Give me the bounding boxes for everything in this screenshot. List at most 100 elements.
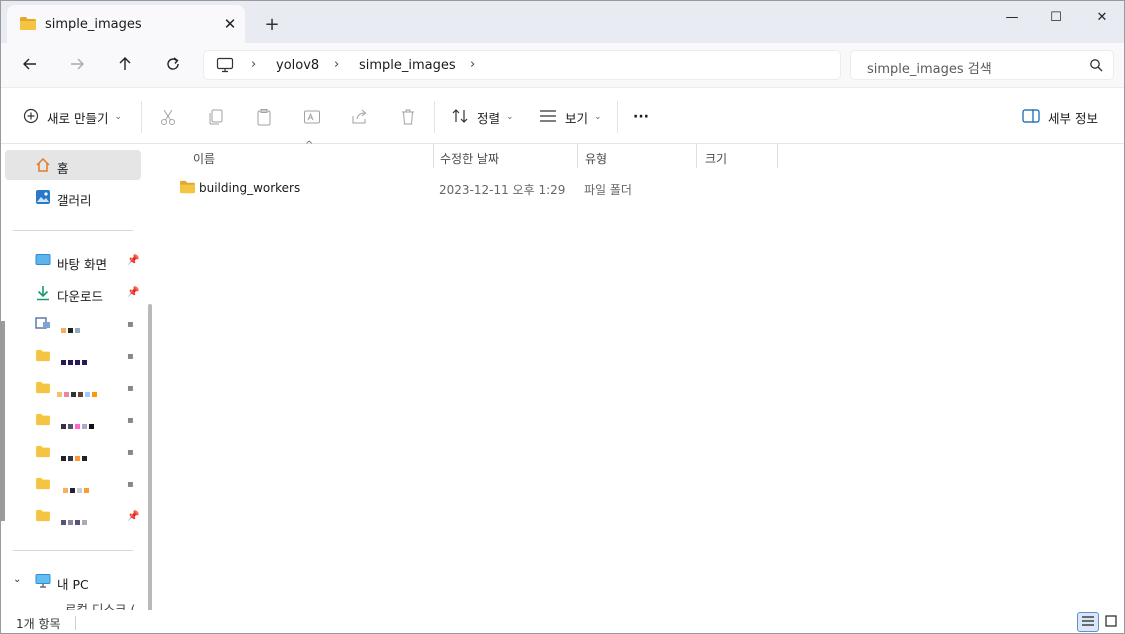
command-bar: 새로 만들기 ⌄ 정렬 ⌄ 보기 ⌄ ··· 세부 정보 <box>1 87 1124 144</box>
folder-icon <box>35 509 51 525</box>
view-button[interactable]: 보기 ⌄ <box>539 106 602 128</box>
back-button[interactable] <box>15 51 45 79</box>
tab-title: simple_images <box>45 17 142 32</box>
sidebar-item-pinned[interactable]: 📌 <box>5 502 141 532</box>
pin-icon: ▪ <box>127 415 134 426</box>
tab-simple-images[interactable]: simple_images ✕ <box>7 5 245 43</box>
folder-icon <box>35 477 51 493</box>
redacted-label <box>61 354 89 365</box>
sidebar-item-pinned[interactable]: ▪ <box>5 310 141 340</box>
pin-icon[interactable]: 📌 <box>127 255 139 266</box>
search-icon <box>1089 58 1103 75</box>
pinned-folder-icon <box>35 317 51 332</box>
divider <box>13 550 133 551</box>
navigation-pane: 홈 갤러리 바탕 화면 📌 다운로드 📌 ▪ ▪ ▪ ▪ ▪ ▪ 📌 ⌄ 내 P… <box>1 144 159 633</box>
address-row: › yolov8 › simple_images › simple_images… <box>1 43 1124 87</box>
arrow-up-icon <box>117 56 133 75</box>
sidebar-item-label: 홈 <box>57 161 69 176</box>
breadcrumb-yolov8[interactable]: yolov8 <box>276 58 319 73</box>
column-header-type[interactable]: 유형 <box>585 150 607 167</box>
copy-icon[interactable] <box>206 107 226 127</box>
sidebar-item-pinned[interactable]: ▪ <box>5 342 141 372</box>
sidebar-item-home[interactable]: 홈 <box>5 150 141 180</box>
new-button-label: 새로 만들기 <box>47 110 109 126</box>
minimize-button[interactable]: — <box>989 1 1035 33</box>
view-list-icon <box>539 109 557 126</box>
plus-circle-icon <box>23 108 39 127</box>
chevron-down-icon[interactable]: ⌄ <box>13 574 21 585</box>
breadcrumb-separator: › <box>251 57 257 72</box>
pin-icon: ▪ <box>127 447 134 458</box>
paste-icon[interactable] <box>254 107 274 127</box>
file-type: 파일 폴더 <box>584 183 632 197</box>
tiles-view-icon <box>1105 614 1117 630</box>
chevron-down-icon: ⌄ <box>594 112 602 122</box>
sidebar-item-gallery[interactable]: 갤러리 <box>5 182 141 212</box>
search-placeholder: simple_images 검색 <box>867 62 992 77</box>
divider <box>617 101 618 133</box>
sort-button[interactable]: 정렬 ⌄ <box>451 106 514 128</box>
new-tab-button[interactable]: + <box>259 11 285 37</box>
delete-icon[interactable] <box>398 107 418 127</box>
share-icon[interactable] <box>350 107 370 127</box>
status-bar: 1개 항목 <box>1 610 1124 633</box>
divider <box>434 101 435 133</box>
pin-icon: ▪ <box>127 319 134 330</box>
desktop-icon <box>35 253 51 270</box>
file-modified: 2023-12-11 오후 1:29 <box>439 183 566 197</box>
column-divider[interactable] <box>777 144 778 168</box>
arrow-left-icon <box>22 56 38 75</box>
file-name: building_workers <box>199 181 301 195</box>
details-view-icon <box>1081 615 1095 630</box>
pin-icon[interactable]: 📌 <box>127 287 139 298</box>
details-pane-button[interactable]: 세부 정보 <box>1022 106 1098 128</box>
folder-icon <box>35 349 51 365</box>
sidebar-item-local-disk[interactable]: 로컬 디스크 ( <box>5 598 141 610</box>
refresh-button[interactable] <box>158 51 188 79</box>
sort-label: 정렬 <box>477 110 501 126</box>
up-button[interactable] <box>110 51 140 79</box>
table-row[interactable]: building_workers 2023-12-11 오후 1:29 파일 폴… <box>177 176 877 200</box>
details-pane-icon <box>1022 108 1040 126</box>
sidebar-item-label: 바탕 화면 <box>57 257 107 272</box>
file-explorer-window: simple_images ✕ + — ☐ ✕ › yolov8 › simpl… <box>0 0 1125 634</box>
close-window-button[interactable]: ✕ <box>1079 1 1124 33</box>
sidebar-item-label: 로컬 디스크 ( <box>65 602 136 610</box>
cut-icon[interactable] <box>158 107 178 127</box>
redacted-label <box>63 482 91 493</box>
column-divider[interactable] <box>696 144 697 168</box>
breadcrumb-simple-images[interactable]: simple_images <box>359 58 456 73</box>
download-icon <box>35 285 51 304</box>
folder-icon <box>19 16 37 34</box>
tiles-view-button[interactable] <box>1100 612 1122 632</box>
sidebar-item-pinned[interactable]: ▪ <box>5 470 141 500</box>
tab-strip: simple_images ✕ + — ☐ ✕ <box>1 1 1124 43</box>
view-label: 보기 <box>565 110 589 126</box>
tab-close-button[interactable]: ✕ <box>219 13 241 35</box>
sort-ascending-icon: ^ <box>305 140 314 151</box>
column-divider[interactable] <box>433 144 434 168</box>
search-input[interactable]: simple_images 검색 <box>850 50 1114 80</box>
redacted-label <box>61 418 96 429</box>
column-header-size[interactable]: 크기 <box>705 150 727 167</box>
maximize-button[interactable]: ☐ <box>1033 1 1079 33</box>
sidebar-item-pinned[interactable]: ▪ <box>5 406 141 436</box>
folder-icon <box>179 180 196 197</box>
address-bar[interactable]: › yolov8 › simple_images › <box>203 50 841 80</box>
column-header-modified[interactable]: 수정한 날짜 <box>440 150 499 167</box>
column-divider[interactable] <box>577 144 578 168</box>
rename-icon[interactable] <box>302 107 322 127</box>
column-header-name[interactable]: 이름 <box>193 150 215 167</box>
sidebar-item-desktop[interactable]: 바탕 화면 📌 <box>5 246 141 276</box>
forward-button[interactable] <box>62 51 92 79</box>
more-options-button[interactable]: ··· <box>633 106 649 128</box>
folder-icon <box>35 413 51 429</box>
sidebar-scrollbar[interactable] <box>148 304 152 633</box>
sidebar-item-this-pc[interactable]: ⌄ 내 PC <box>5 566 141 596</box>
sidebar-item-pinned[interactable]: ▪ <box>5 438 141 468</box>
sidebar-item-pinned[interactable]: ▪ <box>5 374 141 404</box>
new-button[interactable]: 새로 만들기 ⌄ <box>23 106 122 128</box>
sidebar-item-downloads[interactable]: 다운로드 📌 <box>5 278 141 308</box>
breadcrumb-separator[interactable]: › <box>470 57 475 72</box>
details-view-button[interactable] <box>1077 612 1099 632</box>
